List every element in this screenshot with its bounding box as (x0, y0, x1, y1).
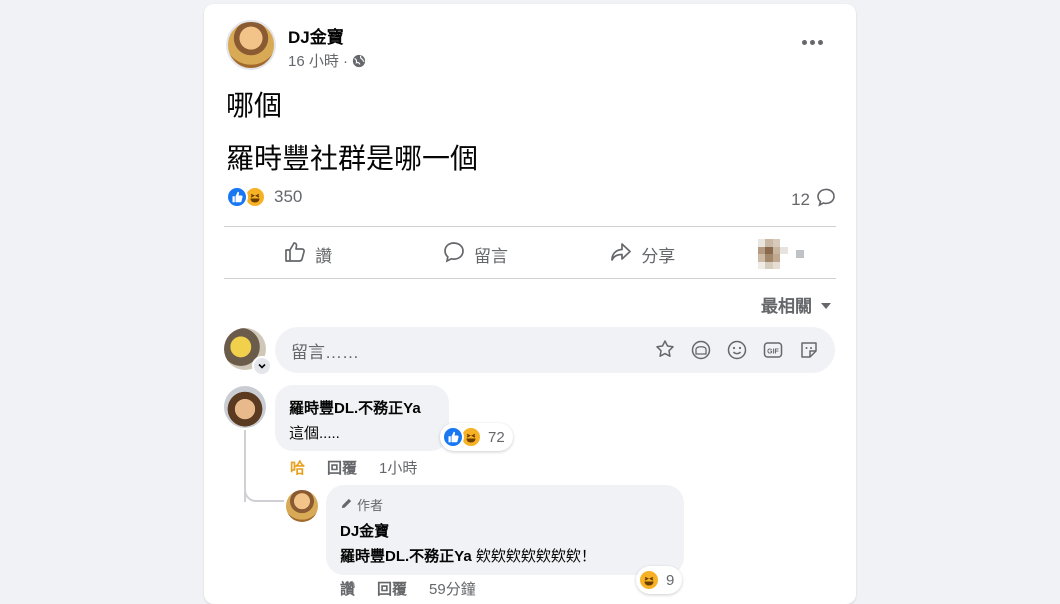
share-button[interactable]: 分享 (559, 228, 726, 280)
commenter-avatar[interactable] (224, 386, 266, 428)
author-avatar[interactable] (226, 20, 276, 70)
like-reaction-icon (442, 426, 464, 448)
comment-reaction-summary[interactable]: 72 (440, 423, 513, 451)
reply-author-avatar[interactable] (286, 490, 318, 522)
reply-reaction-count: 9 (666, 571, 675, 589)
dot-icon (801, 39, 807, 45)
comment-text: 這個..... (289, 425, 340, 442)
composer-tools: GIF (653, 338, 821, 362)
reply-reaction-summary[interactable]: 9 (636, 566, 683, 594)
post-author-name[interactable]: DJ金寶 (288, 23, 344, 48)
reaction-summary[interactable]: 350 (226, 186, 302, 208)
post-action-bar: 讚 留言 分享 (224, 228, 836, 280)
comment-sort-dropdown[interactable]: 最相關 (761, 292, 832, 317)
post-text-line: 羅時豐社群是哪一個 (226, 142, 479, 175)
comment-count-value: 12 (791, 189, 810, 209)
divider (224, 278, 836, 279)
comment-bubble: 羅時豐DL.不務正Ya 這個..... (275, 385, 449, 451)
like-reaction-icon (226, 186, 248, 208)
commenter-name[interactable]: 羅時豐DL.不務正Ya (289, 397, 435, 418)
more-options-button[interactable] (798, 32, 826, 52)
author-badge-label: 作者 (357, 498, 384, 513)
avatar-sticker-icon[interactable] (653, 338, 677, 362)
svg-text:GIF: GIF (767, 349, 779, 356)
dropdown-caret-icon (795, 250, 804, 258)
sticker-icon[interactable] (797, 338, 821, 362)
comment-input[interactable]: 留言…… (291, 338, 359, 363)
emoji-icon[interactable] (725, 338, 749, 362)
comment-button[interactable]: 留言 (391, 228, 558, 280)
reply-author-name[interactable]: DJ金寶 (340, 520, 670, 541)
comment-actions: 哈 回覆 1小時 (290, 457, 417, 478)
sort-label: 最相關 (761, 297, 812, 316)
globe-icon (352, 54, 366, 68)
reply-text: 羅時豐DL.不務正Ya 欸欸欸欸欸欸欸！ (340, 545, 670, 566)
dot-icon (817, 39, 823, 45)
like-label: 讚 (315, 246, 333, 266)
thread-line (244, 484, 284, 502)
share-arrow-icon (609, 240, 633, 269)
comment-react-button[interactable]: 哈 (290, 457, 305, 478)
divider (224, 226, 836, 227)
thumbs-up-icon (283, 240, 307, 269)
share-label: 分享 (641, 246, 676, 266)
avatar-face-icon[interactable] (689, 338, 713, 362)
mention-link[interactable]: 羅時豐DL.不務正Ya (340, 548, 472, 565)
reply-bubble: 作者 DJ金寶 羅時豐DL.不務正Ya 欸欸欸欸欸欸欸！ (326, 485, 684, 575)
post-text-line: 哪個 (226, 89, 283, 122)
comment-timestamp[interactable]: 1小時 (379, 457, 417, 478)
author-badge: 作者 (340, 495, 670, 514)
post-card: DJ金寶 16 小時 · 哪個 羅時豐社群是哪一個 350 12 讚 留言 分享… (204, 4, 856, 604)
speech-bubble-icon (816, 187, 836, 212)
comment-composer[interactable]: 留言…… GIF (275, 327, 835, 373)
comment-reaction-count: 72 (488, 428, 505, 446)
pencil-icon (340, 497, 353, 513)
haha-reaction-icon (638, 569, 660, 591)
dot-icon (809, 39, 815, 45)
profile-switch-chevron-icon[interactable] (252, 356, 272, 376)
reply-text-body: 欸欸欸欸欸欸欸！ (471, 548, 596, 565)
gif-icon[interactable]: GIF (761, 338, 785, 362)
like-button[interactable]: 讚 (224, 228, 391, 280)
reaction-count: 350 (274, 187, 303, 206)
post-time[interactable]: 16 小時 · (288, 50, 348, 71)
comment-reply-button[interactable]: 回覆 (327, 457, 357, 478)
comment-label: 留言 (473, 246, 508, 266)
speech-bubble-icon (442, 240, 466, 269)
post-meta: 16 小時 · (288, 50, 366, 71)
triangle-down-icon (820, 295, 832, 315)
comment-count[interactable]: 12 (791, 187, 836, 212)
react-as-selector[interactable] (726, 228, 836, 280)
page-avatar-pixelated (757, 239, 788, 269)
